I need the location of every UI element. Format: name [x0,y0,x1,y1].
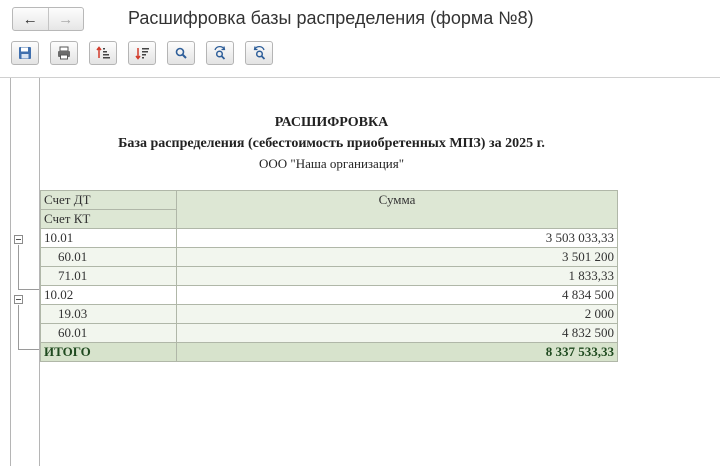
arrow-right-icon: → [58,10,74,28]
navigation-buttons: ← → [12,7,84,31]
printer-icon [58,46,70,60]
floppy-disk-icon [19,47,31,59]
report-organization: ООО "Наша организация" [258,156,405,171]
back-button[interactable]: ← [13,8,49,30]
report-table: Счет ДТ Сумма Счет КТ 10.01 3 503 033,33… [40,190,618,362]
window-title: Расшифровка базы распределения (форма №8… [128,8,534,28]
amount-cell[interactable]: 1 833,33 [176,266,618,286]
forward-button[interactable]: → [49,8,84,30]
group-amount-cell[interactable]: 4 834 500 [176,285,618,305]
table-row: 60.01 4 832 500 [40,323,618,343]
window-header: ← → Расшифровка базы распределения (форм… [0,0,720,78]
report-title: РАСШИФРОВКА [274,115,389,130]
amount-cell[interactable]: 3 501 200 [176,247,618,267]
table-row: 60.01 3 501 200 [40,247,618,267]
account-cell[interactable]: 71.01 [40,266,177,286]
table-row: 10.02 4 834 500 [40,285,618,305]
group-tree-line [18,305,19,349]
group-amount-cell[interactable]: 3 503 033,33 [176,228,618,248]
group-account-cell[interactable]: 10.01 [40,228,177,248]
group-tree-line [18,349,39,350]
search-icon [175,47,187,59]
collapse-group-icon[interactable] [14,235,23,244]
sort-ascending-icon [96,46,110,59]
collapse-group-icon[interactable] [14,295,23,304]
group-tree-line [18,289,39,290]
table-header-row: Счет ДТ Сумма [40,190,618,229]
find-next-button[interactable] [206,41,234,65]
print-button[interactable] [50,41,78,65]
table-row: 10.01 3 503 033,33 [40,228,618,248]
table-row: 71.01 1 833,33 [40,266,618,286]
search-previous-icon [253,45,266,60]
group-account-cell[interactable]: 10.02 [40,285,177,305]
find-button[interactable] [167,41,195,65]
table-row: 19.03 2 000 [40,304,618,324]
search-next-icon [214,45,226,60]
report-area[interactable]: РАСШИФРОВКА База распределения (себестои… [10,78,720,466]
total-label[interactable]: ИТОГО [40,342,177,362]
total-row: ИТОГО 8 337 533,33 [40,342,618,362]
total-amount[interactable]: 8 337 533,33 [176,342,618,362]
amount-cell[interactable]: 2 000 [176,304,618,324]
report-left-border [10,78,11,466]
save-button[interactable] [11,41,39,65]
arrow-left-icon: ← [22,10,38,28]
header-credit-account[interactable]: Счет КТ [40,209,177,229]
amount-cell[interactable]: 4 832 500 [176,323,618,343]
report-subtitle: База распределения (себестоимость приобр… [118,136,545,151]
find-previous-button[interactable] [245,41,273,65]
header-debit-account[interactable]: Счет ДТ [40,190,177,210]
sort-ascending-button[interactable] [89,41,117,65]
header-amount[interactable]: Сумма [176,190,618,229]
group-tree-line [18,245,19,289]
account-cell[interactable]: 60.01 [40,247,177,267]
account-cell[interactable]: 60.01 [40,323,177,343]
sort-descending-icon [135,48,149,60]
sort-descending-button[interactable] [128,41,156,65]
account-cell[interactable]: 19.03 [40,304,177,324]
